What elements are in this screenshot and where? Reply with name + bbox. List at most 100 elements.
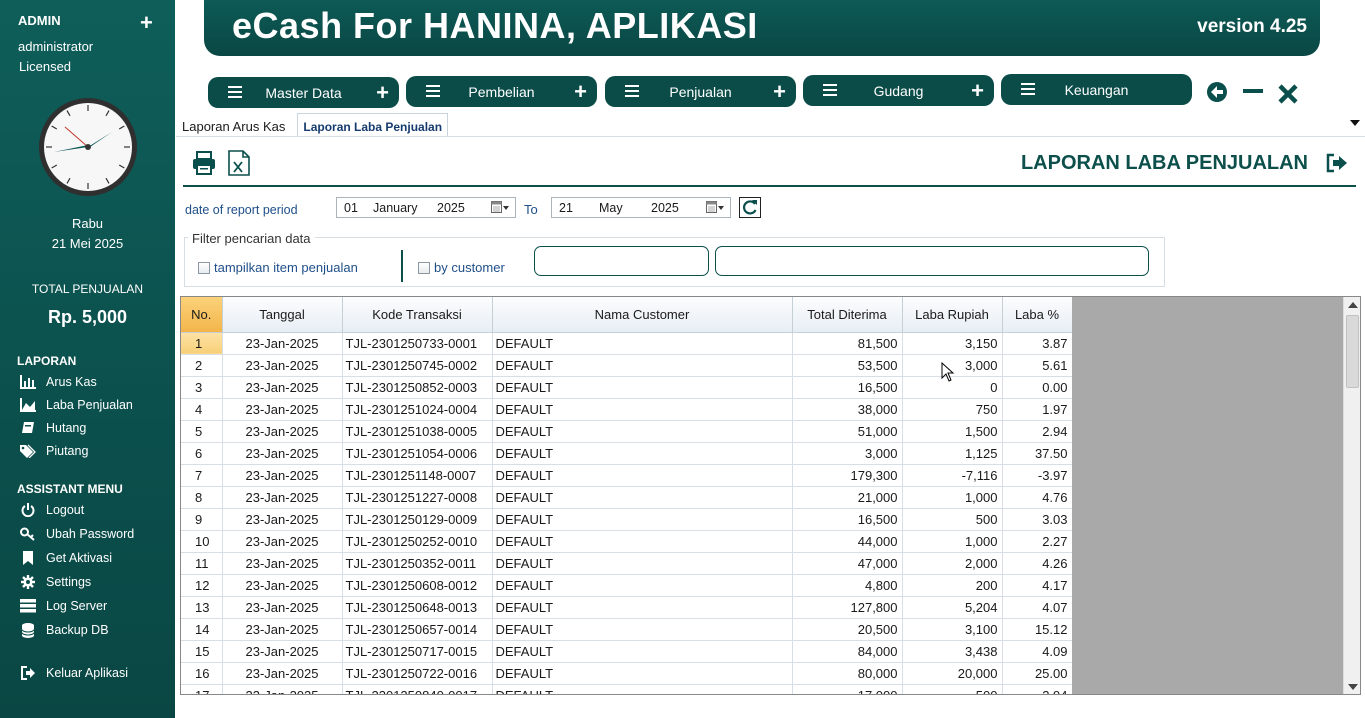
cell-kode-transaksi[interactable]: TJL-2301251038-0005 (342, 420, 493, 443)
cell-laba-persen[interactable]: 4.76 (1002, 486, 1072, 509)
table-row[interactable]: 11 23-Jan-2025 TJL-2301250352-0011 DEFAULT 4… (181, 552, 1072, 575)
cell-no[interactable]: 13 (181, 596, 223, 619)
sidebar-item-log-server[interactable]: Log Server (18, 597, 107, 615)
cell-kode-transaksi[interactable]: TJL-2301250840-0017 (342, 684, 493, 694)
cell-no[interactable]: 7 (181, 464, 223, 487)
cell-laba-rupiah[interactable]: 1,500 (902, 420, 1003, 443)
cell-kode-transaksi[interactable]: TJL-2301251148-0007 (342, 464, 493, 487)
menu-keuangan[interactable]: Keuangan (1001, 74, 1192, 105)
cell-total-diterima[interactable]: 81,500 (792, 332, 903, 355)
exit-app-button[interactable]: Keluar Aplikasi (18, 664, 128, 682)
cell-laba-persen[interactable]: -3.97 (1002, 464, 1072, 487)
cell-laba-persen[interactable]: 15.12 (1002, 618, 1072, 641)
cell-no[interactable]: 1 (181, 332, 223, 355)
table-row[interactable]: 17 23-Jan-2025 TJL-2301250840-0017 DEFAULT 1… (181, 684, 1072, 694)
column-header-kode-transaksi[interactable]: Kode Transaksi (342, 297, 493, 333)
cell-no[interactable]: 10 (181, 530, 223, 553)
vertical-scrollbar[interactable] (1343, 297, 1360, 694)
cell-no[interactable]: 11 (181, 552, 223, 575)
cell-kode-transaksi[interactable]: TJL-2301250648-0013 (342, 596, 493, 619)
cell-laba-persen[interactable]: 4.09 (1002, 640, 1072, 663)
cell-no[interactable]: 3 (181, 376, 223, 399)
cell-tanggal[interactable]: 23-Jan-2025 (222, 574, 343, 597)
cell-total-diterima[interactable]: 84,000 (792, 640, 903, 663)
cell-no[interactable]: 14 (181, 618, 223, 641)
cell-kode-transaksi[interactable]: TJL-2301250352-0011 (342, 552, 493, 575)
cell-kode-transaksi[interactable]: TJL-2301250722-0016 (342, 662, 493, 685)
cell-nama-customer[interactable]: DEFAULT (492, 530, 793, 553)
table-row[interactable]: 5 23-Jan-2025 TJL-2301251038-0005 DEFAULT 51… (181, 420, 1072, 443)
cell-total-diterima[interactable]: 20,500 (792, 618, 903, 641)
table-row[interactable]: 15 23-Jan-2025 TJL-2301250717-0015 DEFAULT 8… (181, 640, 1072, 663)
plus-icon[interactable]: + (971, 78, 984, 104)
cell-no[interactable]: 12 (181, 574, 223, 597)
cell-total-diterima[interactable]: 80,000 (792, 662, 903, 685)
cell-laba-rupiah[interactable]: 20,000 (902, 662, 1003, 685)
cell-nama-customer[interactable]: DEFAULT (492, 596, 793, 619)
table-row[interactable]: 6 23-Jan-2025 TJL-2301251054-0006 DEFAULT 3,… (181, 442, 1072, 465)
cell-tanggal[interactable]: 23-Jan-2025 (222, 596, 343, 619)
cell-no[interactable]: 2 (181, 354, 223, 377)
cell-laba-rupiah[interactable]: 2,000 (902, 552, 1003, 575)
cell-total-diterima[interactable]: 38,000 (792, 398, 903, 421)
tab-laporan-laba-penjualan[interactable]: Laporan Laba Penjualan (297, 113, 449, 137)
cell-tanggal[interactable]: 23-Jan-2025 (222, 508, 343, 531)
cell-tanggal[interactable]: 23-Jan-2025 (222, 442, 343, 465)
cell-laba-persen[interactable]: 2.27 (1002, 530, 1072, 553)
menu-master-data[interactable]: Master Data + (208, 77, 399, 108)
cell-laba-rupiah[interactable]: 500 (902, 684, 1003, 694)
column-header-nama-customer[interactable]: Nama Customer (492, 297, 793, 333)
sidebar-item-settings[interactable]: Settings (18, 573, 91, 591)
cell-tanggal[interactable]: 23-Jan-2025 (222, 354, 343, 377)
menu-pembelian[interactable]: Pembelian + (406, 76, 597, 107)
scroll-down-icon[interactable] (1348, 684, 1358, 690)
table-row[interactable]: 12 23-Jan-2025 TJL-2301250608-0012 DEFAULT 4… (181, 574, 1072, 597)
cell-laba-persen[interactable]: 4.26 (1002, 552, 1072, 575)
cell-total-diterima[interactable]: 179,300 (792, 464, 903, 487)
cell-no[interactable]: 17 (181, 684, 223, 694)
cell-no[interactable]: 8 (181, 486, 223, 509)
cell-nama-customer[interactable]: DEFAULT (492, 442, 793, 465)
cell-total-diterima[interactable]: 47,000 (792, 552, 903, 575)
excel-export-icon[interactable] (228, 150, 250, 176)
cell-no[interactable]: 4 (181, 398, 223, 421)
calendar-dropdown-icon[interactable] (706, 201, 724, 214)
cell-nama-customer[interactable]: DEFAULT (492, 420, 793, 443)
cell-laba-persen[interactable]: 3.03 (1002, 508, 1072, 531)
cell-laba-rupiah[interactable]: 1,000 (902, 486, 1003, 509)
scroll-thumb[interactable] (1346, 315, 1359, 388)
cell-tanggal[interactable]: 23-Jan-2025 (222, 464, 343, 487)
column-header-no[interactable]: No. (181, 297, 223, 333)
cell-nama-customer[interactable]: DEFAULT (492, 376, 793, 399)
cell-kode-transaksi[interactable]: TJL-2301250733-0001 (342, 332, 493, 355)
plus-icon[interactable]: + (574, 79, 587, 105)
cell-laba-persen[interactable]: 37.50 (1002, 442, 1072, 465)
customer-name-field[interactable] (715, 246, 1149, 276)
sidebar-item-piutang[interactable]: Piutang (18, 442, 88, 460)
cell-kode-transaksi[interactable]: TJL-2301250717-0015 (342, 640, 493, 663)
table-row[interactable]: 7 23-Jan-2025 TJL-2301251148-0007 DEFAULT 17… (181, 464, 1072, 487)
calendar-dropdown-icon[interactable] (491, 201, 509, 214)
cell-no[interactable]: 5 (181, 420, 223, 443)
cell-laba-persen[interactable]: 5.61 (1002, 354, 1072, 377)
column-header-laba-rupiah[interactable]: Laba Rupiah (902, 297, 1003, 333)
data-grid[interactable]: No. Tanggal Kode Transaksi Nama Customer… (180, 296, 1361, 695)
add-icon[interactable]: + (140, 12, 153, 34)
cell-laba-persen[interactable]: 2.94 (1002, 420, 1072, 443)
checkbox-box[interactable] (418, 261, 430, 274)
cell-kode-transaksi[interactable]: TJL-2301250852-0003 (342, 376, 493, 399)
sidebar-item-hutang[interactable]: Hutang (18, 419, 86, 437)
cell-laba-rupiah[interactable]: 750 (902, 398, 1003, 421)
print-icon[interactable] (192, 151, 216, 175)
cell-laba-persen[interactable]: 25.00 (1002, 662, 1072, 685)
cell-tanggal[interactable]: 23-Jan-2025 (222, 376, 343, 399)
cell-laba-rupiah[interactable]: 3,150 (902, 332, 1003, 355)
cell-laba-persen[interactable]: 4.17 (1002, 574, 1072, 597)
plus-icon[interactable]: + (376, 80, 389, 106)
cell-laba-rupiah[interactable]: 3,438 (902, 640, 1003, 663)
show-items-checkbox[interactable]: tampilkan item penjualan (198, 260, 358, 275)
cell-kode-transaksi[interactable]: TJL-2301250657-0014 (342, 618, 493, 641)
cell-nama-customer[interactable]: DEFAULT (492, 354, 793, 377)
sidebar-item-logout[interactable]: Logout (18, 501, 84, 519)
cell-nama-customer[interactable]: DEFAULT (492, 398, 793, 421)
